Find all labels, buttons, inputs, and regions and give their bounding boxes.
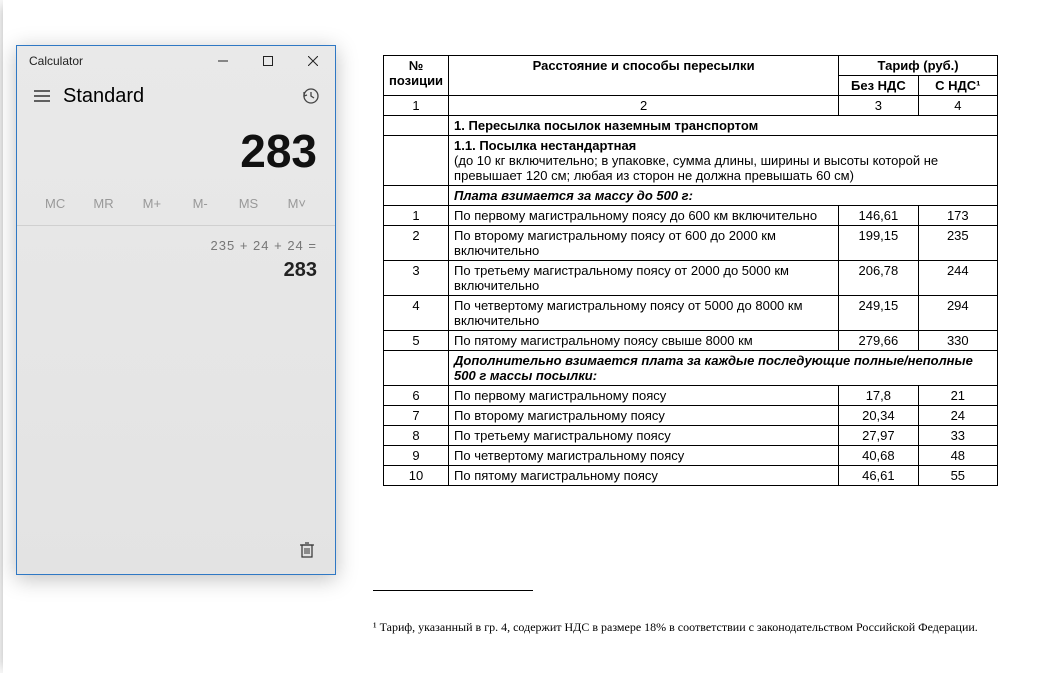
- mem-ms[interactable]: MS: [224, 196, 272, 211]
- row-novat: 20,34: [839, 406, 918, 426]
- row-pos: 1: [384, 206, 449, 226]
- table-row: 6По первому магистральному поясу17,821: [384, 386, 998, 406]
- table-row: 3По третьему магистральному поясу от 200…: [384, 261, 998, 296]
- history-result[interactable]: 283: [35, 259, 317, 282]
- row-pos: 10: [384, 466, 449, 486]
- hdr-withvat: С НДС¹: [918, 76, 997, 96]
- hdr-tariff: Тариф (руб.): [839, 56, 998, 76]
- row-pos: 8: [384, 426, 449, 446]
- colnum-2: 2: [449, 96, 839, 116]
- table-row: 8По третьему магистральному поясу27,9733: [384, 426, 998, 446]
- row-novat: 146,61: [839, 206, 918, 226]
- table-row: 10По пятому магистральному поясу46,6155: [384, 466, 998, 486]
- extra-fee: Дополнительно взимается плата за каждые …: [449, 351, 998, 386]
- mem-mr[interactable]: MR: [79, 196, 127, 211]
- table-row: 7По второму магистральному поясу20,3424: [384, 406, 998, 426]
- colnum-1: 1: [384, 96, 449, 116]
- maximize-icon: [263, 56, 273, 66]
- row-withvat: 173: [918, 206, 997, 226]
- calculator-display: 283: [17, 116, 335, 196]
- trash-icon: [299, 541, 315, 559]
- row-pos: 9: [384, 446, 449, 466]
- mem-mc[interactable]: MC: [31, 196, 79, 211]
- row-pos: 5: [384, 331, 449, 351]
- footnote: ¹ Тариф, указанный в гр. 4, содержит НДС…: [373, 620, 993, 635]
- row-desc: По второму магистральному поясу от 600 д…: [449, 226, 839, 261]
- row-novat: 40,68: [839, 446, 918, 466]
- titlebar[interactable]: Calculator: [17, 46, 335, 76]
- table-row: 4По четвертому магистральному поясу от 5…: [384, 296, 998, 331]
- row-desc: По четвертому магистральному поясу от 50…: [449, 296, 839, 331]
- row-desc: По третьему магистральному поясу: [449, 426, 839, 446]
- row-pos: 2: [384, 226, 449, 261]
- row-withvat: 330: [918, 331, 997, 351]
- hdr-pos: № позиции: [384, 56, 449, 96]
- colnum-4: 4: [918, 96, 997, 116]
- mem-mplus[interactable]: M+: [128, 196, 176, 211]
- row-pos: 6: [384, 386, 449, 406]
- row-desc: По первому магистральному поясу до 600 к…: [449, 206, 839, 226]
- row-withvat: 48: [918, 446, 997, 466]
- memory-row: MC MR M+ M- MS M˅: [17, 196, 335, 225]
- row-withvat: 244: [918, 261, 997, 296]
- calculator-window: Calculator Standard 283 MC MR M+ M- MS M…: [16, 45, 336, 575]
- row-desc: По третьему магистральному поясу от 2000…: [449, 261, 839, 296]
- row-novat: 206,78: [839, 261, 918, 296]
- row-withvat: 294: [918, 296, 997, 331]
- table-row: 9По четвертому магистральному поясу40,68…: [384, 446, 998, 466]
- history-panel: 235 + 24 + 24 = 283: [17, 225, 335, 574]
- mem-mcaret[interactable]: M˅: [273, 196, 321, 211]
- row-desc: По второму магистральному поясу: [449, 406, 839, 426]
- mode-label: Standard: [63, 85, 144, 108]
- section-1: 1. Пересылка посылок наземным транспорто…: [449, 116, 998, 136]
- table-row: 5По пятому магистральному поясу свыше 80…: [384, 331, 998, 351]
- history-button[interactable]: [293, 79, 327, 113]
- row-desc: По пятому магистральному поясу: [449, 466, 839, 486]
- row-novat: 249,15: [839, 296, 918, 331]
- history-expression[interactable]: 235 + 24 + 24 =: [35, 238, 317, 253]
- row-pos: 3: [384, 261, 449, 296]
- table-row: 2По второму магистральному поясу от 600 …: [384, 226, 998, 261]
- close-button[interactable]: [290, 46, 335, 76]
- section-11: 1.1. Посылка нестандартная(до 10 кг вклю…: [449, 136, 998, 186]
- maximize-button[interactable]: [245, 46, 290, 76]
- row-novat: 46,61: [839, 466, 918, 486]
- row-withvat: 235: [918, 226, 997, 261]
- minimize-button[interactable]: [200, 46, 245, 76]
- table-row: 1По первому магистральному поясу до 600 …: [384, 206, 998, 226]
- row-novat: 199,15: [839, 226, 918, 261]
- row-pos: 7: [384, 406, 449, 426]
- hdr-novat: Без НДС: [839, 76, 918, 96]
- row-pos: 4: [384, 296, 449, 331]
- row-withvat: 55: [918, 466, 997, 486]
- mem-mminus[interactable]: M-: [176, 196, 224, 211]
- row-withvat: 24: [918, 406, 997, 426]
- row-desc: По четвертому магистральному поясу: [449, 446, 839, 466]
- history-icon: [301, 87, 319, 105]
- tariff-table: № позиции Расстояние и способы пересылки…: [383, 55, 998, 486]
- row-withvat: 21: [918, 386, 997, 406]
- row-desc: По пятому магистральному поясу свыше 800…: [449, 331, 839, 351]
- colnum-3: 3: [839, 96, 918, 116]
- row-novat: 17,8: [839, 386, 918, 406]
- footnote-separator: [373, 590, 533, 591]
- hdr-dist: Расстояние и способы пересылки: [449, 56, 839, 96]
- close-icon: [308, 56, 318, 66]
- window-title: Calculator: [29, 54, 83, 68]
- row-withvat: 33: [918, 426, 997, 446]
- fee-500: Плата взимается за массу до 500 г:: [449, 186, 998, 206]
- row-novat: 27,97: [839, 426, 918, 446]
- row-desc: По первому магистральному поясу: [449, 386, 839, 406]
- row-novat: 279,66: [839, 331, 918, 351]
- hamburger-icon: [34, 90, 50, 102]
- clear-history-button[interactable]: [295, 538, 319, 562]
- menu-button[interactable]: [25, 79, 59, 113]
- minimize-icon: [218, 56, 228, 66]
